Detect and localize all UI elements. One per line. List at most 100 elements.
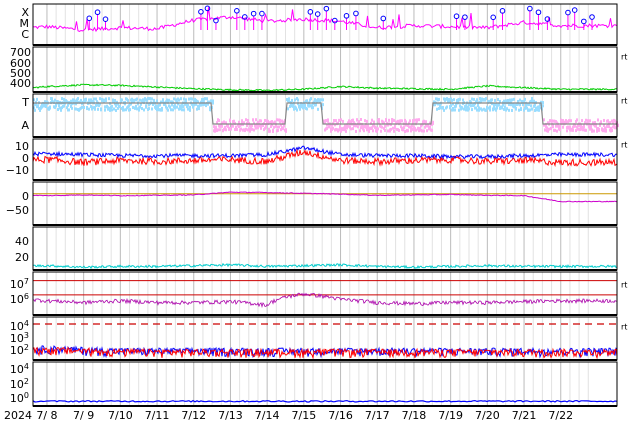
sector-point (533, 99, 535, 103)
sector-point (306, 107, 308, 111)
sector-point (273, 125, 275, 129)
sector-point (264, 118, 266, 122)
sector-point (559, 124, 561, 128)
x-tick-label: 7/15 (291, 409, 316, 422)
sector-point (425, 120, 427, 124)
sector-point (189, 108, 191, 112)
sector-point (602, 128, 604, 132)
x-tick-label: 7/14 (255, 409, 280, 422)
sector-point (170, 108, 172, 112)
sector-point (348, 119, 350, 123)
sector-point (121, 98, 123, 102)
sector-point (450, 104, 452, 108)
sector-point (380, 129, 382, 133)
sector-point (509, 98, 511, 102)
x-tick-label: 7/20 (475, 409, 500, 422)
sector-point (141, 107, 143, 111)
sector-point (159, 103, 161, 107)
sector-point (144, 98, 146, 102)
sector-point (83, 105, 85, 109)
sector-point (365, 125, 367, 129)
sector-point (275, 124, 277, 128)
sector-point (180, 97, 182, 101)
sector-point (267, 119, 269, 123)
sector-point (299, 107, 301, 111)
sector-point (479, 97, 481, 101)
sector-point (359, 129, 361, 133)
space-weather-chart: XMC700600500400rtTArt100−10rt0−504020107… (4, 3, 627, 422)
sector-point (568, 119, 570, 123)
sector-point (471, 108, 473, 112)
sector-point (595, 124, 597, 128)
sector-point (577, 127, 579, 131)
sector-point (510, 103, 512, 107)
sector-point (113, 107, 115, 111)
sector-point (491, 98, 493, 102)
sector-point (496, 103, 498, 107)
sector-point (530, 104, 532, 108)
sector-point (607, 119, 609, 123)
sector-point (508, 108, 510, 112)
sector-point (86, 106, 88, 110)
sector-point (431, 128, 433, 132)
sector-point (513, 97, 515, 101)
y-tick-label: 102 (10, 377, 29, 392)
sector-point (57, 108, 59, 112)
sector-point (283, 124, 285, 128)
sector-point (443, 108, 445, 112)
sector-point (312, 106, 314, 110)
sector-point (151, 97, 153, 101)
sector-point (465, 108, 467, 112)
sector-point (598, 127, 600, 131)
sector-point (74, 99, 76, 103)
sector-point (470, 104, 472, 108)
sector-point (603, 118, 605, 122)
sector-point (476, 98, 478, 102)
sector-point (282, 127, 284, 131)
sector-point (174, 106, 176, 110)
sector-point (384, 128, 386, 132)
sector-point (232, 124, 234, 128)
sector-point (172, 108, 174, 112)
sector-point (411, 124, 413, 128)
sector-point (326, 126, 328, 130)
panel-sector: TArt (21, 93, 627, 138)
sector-point (591, 128, 593, 132)
sector-point (416, 118, 418, 122)
sector-point (104, 105, 106, 109)
sector-point (277, 128, 279, 132)
sector-point (306, 99, 308, 103)
sector-point (549, 119, 551, 123)
sector-point (88, 107, 90, 111)
sector-point (360, 118, 362, 122)
sector-point (236, 128, 238, 132)
sector-point (575, 129, 577, 133)
flare-marker (589, 14, 595, 20)
sector-point (368, 129, 370, 133)
sector-point (123, 108, 125, 112)
sector-point (315, 103, 317, 107)
sector-point (546, 126, 548, 130)
sector-point (520, 107, 522, 111)
sector-point (145, 105, 147, 109)
sector-point (332, 126, 334, 130)
unit-label: rt (621, 323, 627, 332)
y-tick-label: T (21, 96, 29, 109)
sector-point (587, 119, 589, 123)
sector-point (204, 97, 206, 101)
flare-marker (94, 9, 101, 16)
sector-point (565, 119, 567, 123)
x-axis: 2024 7/ 8 7/ 9 7/10 7/11 7/12 7/13 7/14 7/15 7/16… (4, 409, 573, 422)
sector-point (555, 124, 557, 128)
sector-point (34, 108, 36, 112)
sector-point (562, 125, 564, 129)
sector-point (366, 119, 368, 123)
sector-point (585, 118, 587, 122)
sector-point (421, 129, 423, 133)
sector-point (218, 119, 220, 123)
panel-dst: 0−50 (6, 181, 618, 226)
sector-point (611, 129, 613, 133)
sector-point (393, 129, 395, 133)
sector-point (407, 129, 409, 133)
sector-point (364, 119, 366, 123)
